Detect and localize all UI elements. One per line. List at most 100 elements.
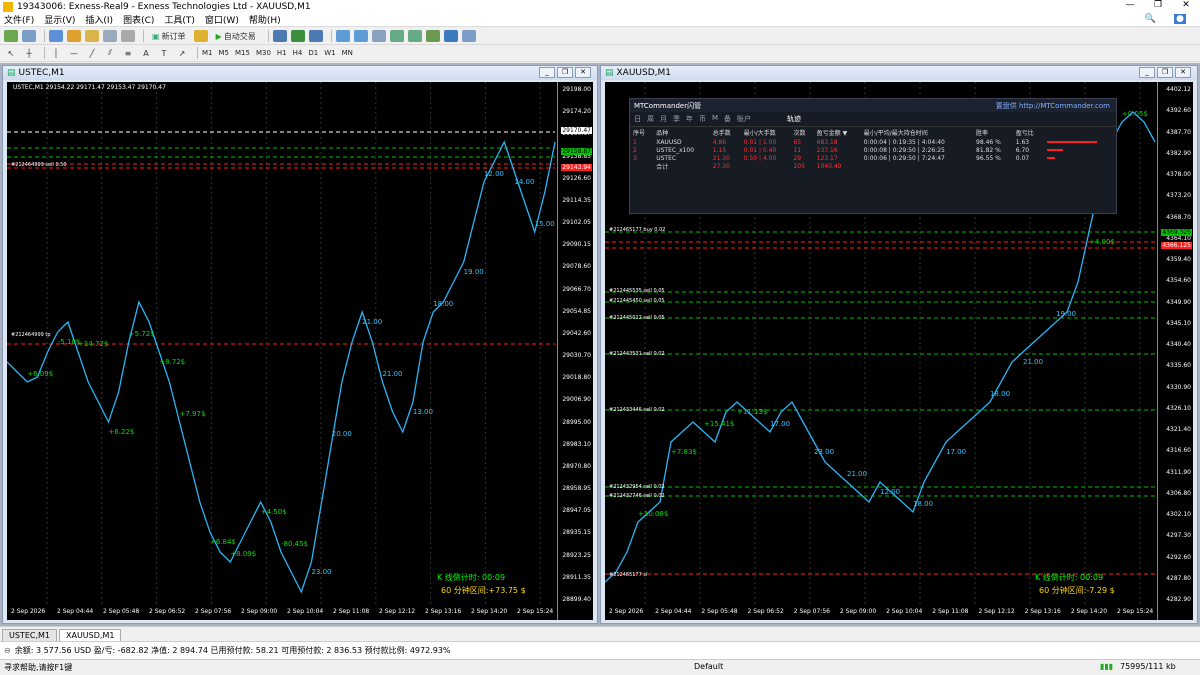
menu-insert[interactable]: 插入(I) — [85, 13, 113, 26]
trade-label: 23.00 — [814, 448, 834, 456]
col-header[interactable]: 盈亏金额 ▼ — [814, 127, 861, 138]
panel-header[interactable]: MTCommander闪管 置盘供 http://MTCommander.com — [630, 99, 1116, 112]
chart-window-titlebar[interactable]: ▤ XAUUSD,M1 _ ❐ ✕ — [601, 66, 1197, 80]
col-header[interactable]: 盈亏比 — [1013, 127, 1044, 138]
minimize-button[interactable]: — — [1116, 0, 1144, 10]
metaeditor-icon[interactable] — [193, 30, 208, 42]
col-header[interactable]: 最小/平均/最大持仓时间 — [861, 127, 973, 138]
col-header[interactable]: 最小/大手数 — [741, 127, 791, 138]
tf-d1[interactable]: D1 — [308, 49, 318, 57]
terminal-icon[interactable] — [103, 30, 117, 42]
text-icon[interactable]: A — [139, 46, 153, 60]
table-row[interactable]: 2 USTEC_x100 1.15 0.01 | 0.40 11 237.16 … — [630, 146, 1116, 154]
tf-h1[interactable]: H1 — [277, 49, 287, 57]
price-chart[interactable]: +10.08$ +7.83$ +15.41$ +11.13$ 17.00 23.00 21.… — [605, 82, 1193, 620]
menu-file[interactable]: 文件(F) — [4, 13, 34, 26]
tf-w1[interactable]: W1 — [324, 49, 335, 57]
tile-windows-icon[interactable] — [371, 30, 386, 42]
menu-help[interactable]: 帮助(H) — [249, 13, 281, 26]
autoscroll-icon[interactable] — [389, 30, 404, 42]
panel-tab[interactable]: M — [712, 114, 718, 124]
chart-minimize-button[interactable]: _ — [539, 67, 555, 78]
panel-tab[interactable]: 币 — [699, 114, 706, 124]
horizontal-line-icon[interactable]: — — [67, 46, 81, 60]
new-chart-icon[interactable] — [4, 30, 18, 42]
auto-trading-button[interactable]: ▶ 自动交易 — [212, 29, 260, 43]
chart-restore-button[interactable]: ❐ — [557, 67, 573, 78]
channel-icon[interactable]: ⫽ — [103, 46, 117, 60]
panel-tab[interactable]: 周 — [647, 114, 654, 124]
label-icon[interactable]: T — [157, 46, 171, 60]
bar-chart-icon[interactable] — [272, 30, 287, 42]
chart-window-titlebar[interactable]: ▤ USTEC,M1 _ ❐ ✕ — [3, 66, 597, 80]
status-profile: Default — [694, 662, 724, 671]
trendline-icon[interactable]: ╱ — [85, 46, 99, 60]
panel-tab[interactable]: 季 — [673, 114, 680, 124]
maximize-button[interactable]: ❐ — [1144, 0, 1172, 10]
navigator-icon[interactable] — [85, 30, 99, 42]
panel-tab[interactable]: 备 — [724, 114, 731, 124]
line-chart-icon[interactable] — [308, 30, 323, 42]
zoom-out-icon[interactable] — [353, 30, 368, 42]
trade-label: +8.09$ — [230, 550, 256, 558]
price-chart[interactable]: +6.09$ -5.10$ +14.72$ +6.22$ +5.72$ +8.72$ +7.… — [7, 82, 593, 620]
time-tick: 2 Sep 13:16 — [1024, 608, 1061, 615]
arrow-icon[interactable]: ↗ — [175, 46, 189, 60]
new-order-button[interactable]: ▣ 新订单 — [148, 29, 190, 43]
candles-icon[interactable] — [290, 30, 305, 42]
trade-label: +14.72$ — [78, 340, 108, 348]
chart-restore-button[interactable]: ❐ — [1157, 67, 1173, 78]
price-axis[interactable]: 29198.0029174.2029150.6729138.8529126.60… — [557, 82, 593, 620]
chart-minimize-button[interactable]: _ — [1139, 67, 1155, 78]
chart-close-button[interactable]: ✕ — [1175, 67, 1191, 78]
panel-tab[interactable]: 账户 — [737, 114, 751, 124]
chart-window-ustec[interactable]: ▤ USTEC,M1 _ ❐ ✕ +6.09$ -5.10$ +14.72$ +6.2… — [2, 65, 598, 624]
panel-tab[interactable]: 月 — [660, 114, 667, 124]
tf-m5[interactable]: M5 — [219, 49, 230, 57]
price-tick: 4330.90 — [1166, 383, 1191, 391]
panel-tab[interactable]: 年 — [686, 114, 693, 124]
cursor-icon[interactable]: ↖ — [4, 46, 18, 60]
price-axis[interactable]: 4402.12 4392.60 4387.70 4382.90 4378.00 4373.… — [1157, 82, 1193, 620]
chart-shift-icon[interactable] — [407, 30, 422, 42]
panel-tab[interactable]: 日 — [634, 114, 641, 124]
chart-window-xauusd[interactable]: ▤ XAUUSD,M1 _ ❐ ✕ +10.08$ +7.83$ +15.41$ +1… — [600, 65, 1198, 624]
vertical-line-icon[interactable]: │ — [49, 46, 63, 60]
market-watch-icon[interactable] — [49, 30, 63, 42]
panel-tab[interactable]: 轨迹 — [787, 114, 801, 124]
col-header[interactable]: 品种 — [653, 127, 710, 138]
account-icon[interactable]: ● — [1174, 14, 1186, 24]
trade-label: 18.00 — [913, 500, 933, 508]
tab-ustec[interactable]: USTEC,M1 — [2, 629, 57, 641]
mtcommander-panel[interactable]: MTCommander闪管 置盘供 http://MTCommander.com… — [629, 98, 1117, 214]
chart-close-button[interactable]: ✕ — [575, 67, 591, 78]
periods-icon[interactable] — [443, 30, 458, 42]
table-row[interactable]: 1 XAUUSD 4.86 0.01 | 1.00 65 683.18 0:00… — [630, 138, 1116, 146]
menu-tools[interactable]: 工具(T) — [164, 13, 195, 26]
menu-charts[interactable]: 图表(C) — [123, 13, 154, 26]
table-row[interactable]: 3 USTEC 21.30 0.50 | 4.00 29 123.17 0:00… — [630, 154, 1116, 162]
tf-m15[interactable]: M15 — [235, 49, 250, 57]
zoom-in-icon[interactable] — [335, 30, 350, 42]
search-icon[interactable]: 🔍 — [1145, 14, 1156, 24]
fibonacci-icon[interactable]: ≡ — [121, 46, 135, 60]
data-window-icon[interactable] — [67, 30, 81, 42]
menu-view[interactable]: 显示(V) — [44, 13, 75, 26]
tf-h4[interactable]: H4 — [293, 49, 303, 57]
tab-xauusd[interactable]: XAUUSD,M1 — [59, 629, 122, 641]
crosshair-icon[interactable]: ┼ — [22, 46, 36, 60]
templates-icon[interactable] — [461, 30, 476, 42]
tf-m1[interactable]: M1 — [202, 49, 213, 57]
col-header[interactable]: 次数 — [790, 127, 813, 138]
col-header[interactable]: 胜率 — [973, 127, 1013, 138]
tf-mn[interactable]: MN — [342, 49, 353, 57]
col-header[interactable]: 序号 — [630, 127, 653, 138]
profiles-icon[interactable] — [22, 30, 36, 42]
menu-window[interactable]: 窗口(W) — [205, 13, 239, 26]
close-button[interactable]: ✕ — [1172, 0, 1200, 10]
tester-icon[interactable] — [121, 30, 135, 42]
indicators-icon[interactable] — [425, 30, 440, 42]
panel-link[interactable]: 置盘供 http://MTCommander.com — [996, 101, 1110, 111]
col-header[interactable]: 总手数 — [710, 127, 741, 138]
tf-m30[interactable]: M30 — [256, 49, 271, 57]
